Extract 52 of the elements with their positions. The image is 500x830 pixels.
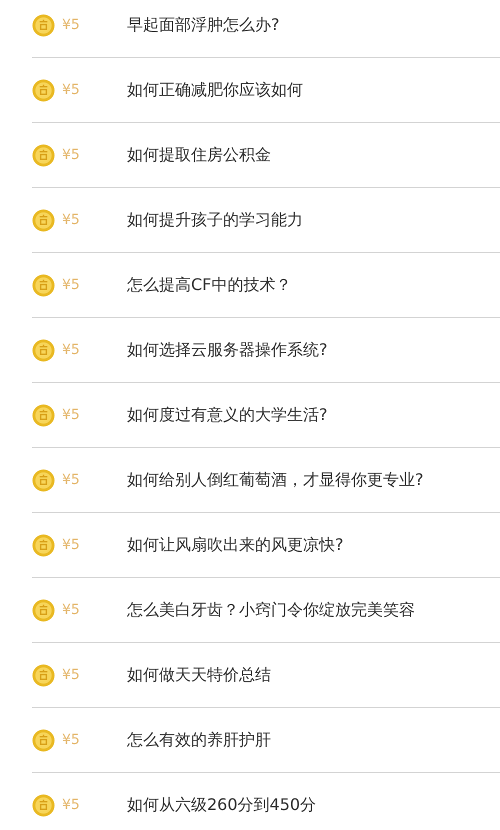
coin-icon	[32, 468, 55, 492]
price-label: ¥5	[62, 276, 81, 294]
question-title: 怎么美白牙齿？小窍门令你绽放完美笑容	[127, 599, 415, 621]
price-label: ¥5	[62, 470, 81, 490]
price-label: ¥5	[62, 340, 81, 360]
price-label: ¥5	[62, 80, 81, 100]
question-title: 如何提取住房公积金	[127, 144, 271, 166]
question-row[interactable]: ¥5 早起面部浮肿怎么办?	[32, 0, 500, 58]
price-label: ¥5	[62, 600, 81, 620]
price-label: ¥5	[62, 16, 81, 34]
price-label: ¥5	[62, 146, 81, 164]
question-row[interactable]: ¥5 怎么有效的养肝护肝	[32, 708, 500, 773]
question-row[interactable]: ¥5 怎么提高CF中的技术？	[32, 253, 500, 318]
coin-icon	[32, 274, 55, 296]
question-title: 如何让风扇吹出来的风更凉快?	[127, 534, 344, 556]
price-label: ¥5	[62, 796, 81, 814]
question-title: 如何给别人倒红葡萄酒，才显得你更专业?	[127, 469, 424, 491]
question-row[interactable]: ¥5 怎么美白牙齿？小窍门令你绽放完美笑容	[32, 578, 500, 643]
question-title: 怎么有效的养肝护肝	[127, 729, 271, 751]
coin-icon	[32, 338, 55, 362]
price-label: ¥5	[62, 536, 81, 554]
question-title: 如何正确减肥你应该如何	[127, 79, 303, 101]
question-row[interactable]: ¥5 如何选择云服务器操作系统?	[32, 318, 500, 383]
question-row[interactable]: ¥5 如何让风扇吹出来的风更凉快?	[32, 513, 500, 578]
question-title: 如何从六级260分到450分	[127, 794, 316, 816]
coin-icon	[32, 208, 55, 232]
coin-icon	[32, 728, 55, 752]
question-row[interactable]: ¥5 如何正确减肥你应该如何	[32, 58, 500, 123]
question-row[interactable]: ¥5 如何度过有意义的大学生活?	[32, 383, 500, 448]
price-label: ¥5	[62, 666, 81, 684]
price-label: ¥5	[62, 730, 81, 750]
coin-icon	[32, 794, 55, 816]
question-title: 如何选择云服务器操作系统?	[127, 339, 328, 361]
coin-icon	[32, 404, 55, 426]
question-title: 如何做天天特价总结	[127, 664, 271, 686]
question-title: 如何提升孩子的学习能力	[127, 209, 303, 231]
coin-icon	[32, 144, 55, 166]
question-row[interactable]: ¥5 如何给别人倒红葡萄酒，才显得你更专业?	[32, 448, 500, 513]
question-title: 如何度过有意义的大学生活?	[127, 404, 328, 426]
price-label: ¥5	[62, 210, 81, 230]
price-label: ¥5	[62, 406, 81, 424]
question-row[interactable]: ¥5 如何提取住房公积金	[32, 123, 500, 188]
question-title: 怎么提高CF中的技术？	[127, 274, 292, 296]
coin-icon	[32, 664, 55, 686]
coin-icon	[32, 14, 55, 36]
question-row[interactable]: ¥5 如何提升孩子的学习能力	[32, 188, 500, 253]
coin-icon	[32, 78, 55, 102]
coin-icon	[32, 598, 55, 622]
question-row[interactable]: ¥5 如何从六级260分到450分	[32, 773, 500, 830]
question-row[interactable]: ¥5 如何做天天特价总结	[32, 643, 500, 708]
question-title: 早起面部浮肿怎么办?	[127, 14, 280, 36]
coin-icon	[32, 534, 55, 556]
